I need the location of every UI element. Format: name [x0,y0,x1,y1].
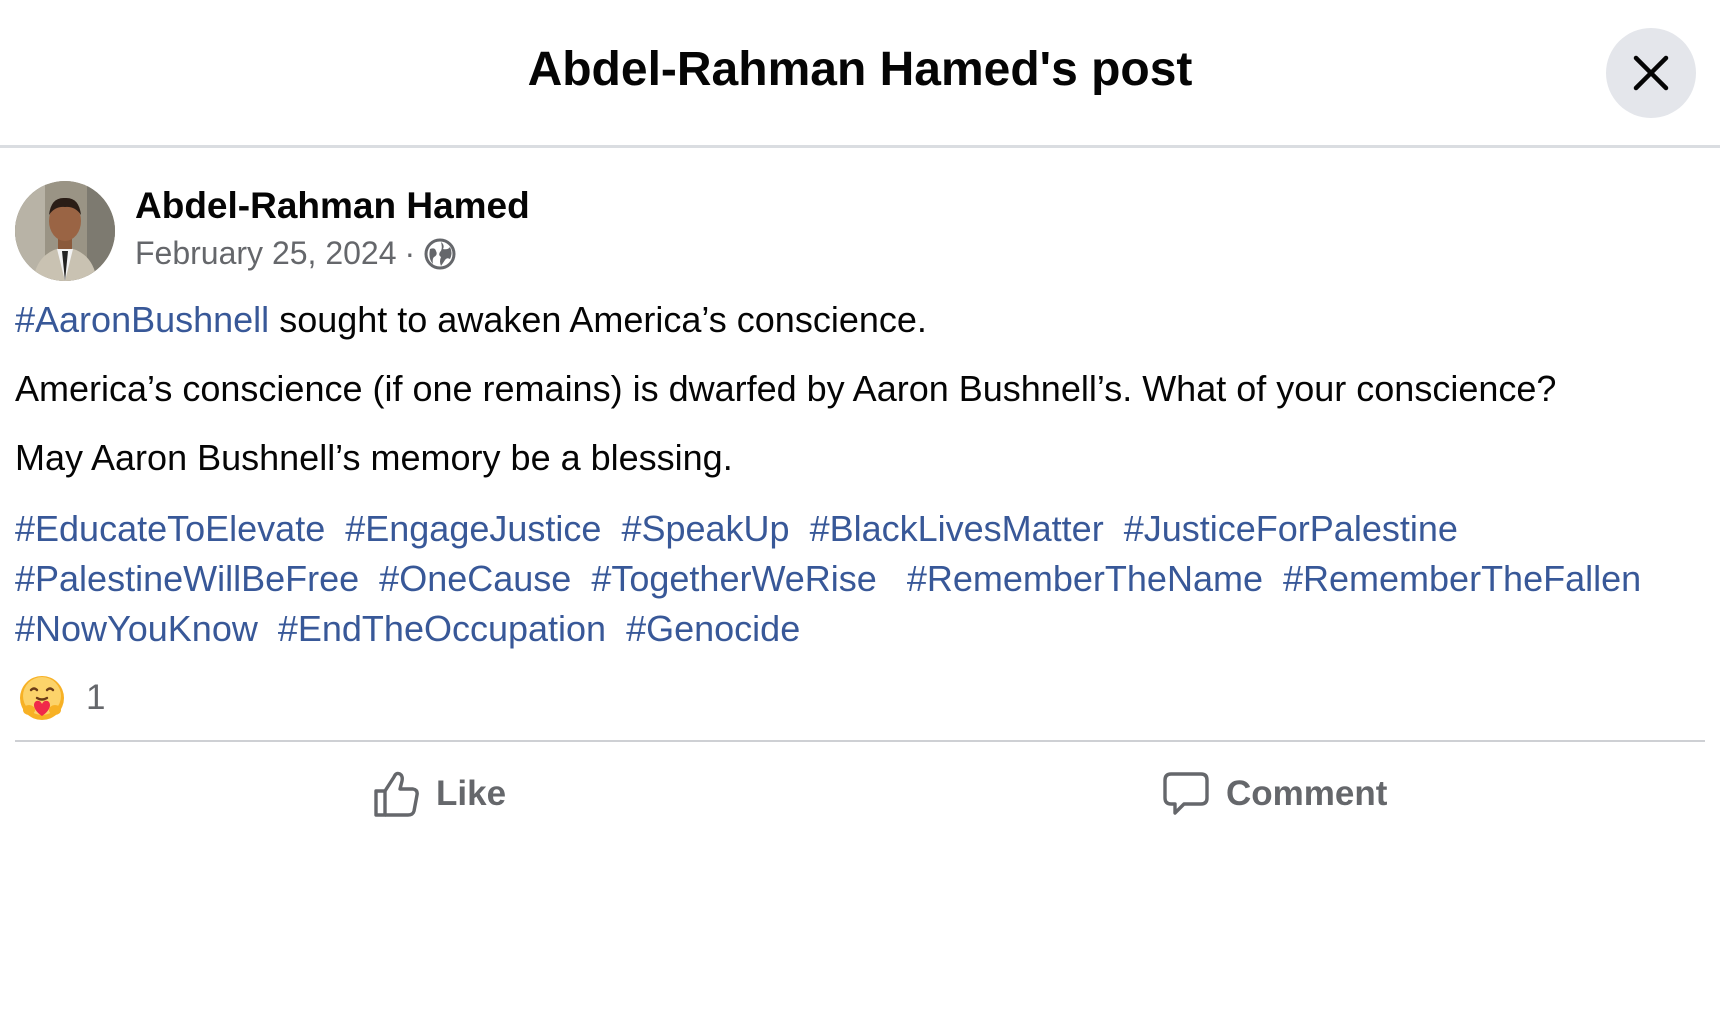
avatar[interactable] [15,181,115,281]
meta-separator: · [404,235,416,271]
hashtag-link[interactable]: #PalestineWillBeFree [15,558,359,599]
post-paragraph-2: America’s conscience (if one remains) is… [15,368,1557,409]
hashtag-link[interactable]: #TogetherWeRise [591,558,877,599]
care-reaction-icon [20,676,64,720]
hashtag-link[interactable]: #RememberTheName [907,558,1263,599]
post-paragraph-3: May Aaron Bushnell’s memory be a blessin… [15,437,733,478]
hashtag-link[interactable]: #RememberTheFallen [1283,558,1641,599]
hashtag-link[interactable]: #NowYouKnow [15,608,258,649]
hashtag-link[interactable]: #EducateToElevate [15,508,325,549]
comment-label: Comment [1226,774,1388,813]
author-name[interactable]: Abdel-Rahman Hamed [135,185,530,227]
paragraph-text: sought to awaken America’s conscience. [269,299,927,340]
post-date[interactable]: February 25, 2024 [135,235,397,272]
post-dialog-header: Abdel-Rahman Hamed's post [0,0,1720,148]
thumbs-up-icon [374,771,419,817]
divider [15,740,1705,742]
hashtag-list: #EducateToElevate #EngageJustice #SpeakU… [15,504,1695,654]
hashtag-link[interactable]: #OneCause [379,558,571,599]
hashtag-link[interactable]: #JusticeForPalestine [1124,508,1458,549]
comment-icon [1163,772,1209,815]
close-button[interactable] [1606,28,1696,118]
reaction-summary[interactable]: 1 [18,674,105,722]
hashtag-link[interactable]: #EndTheOccupation [278,608,606,649]
comment-button[interactable]: Comment [1162,766,1387,822]
reaction-count: 1 [86,678,106,717]
hashtag-link[interactable]: #AaronBushnell [15,299,269,340]
post-meta: February 25, 2024 · [135,235,457,272]
hashtag-link[interactable]: #EngageJustice [345,508,601,549]
hashtag-link[interactable]: #SpeakUp [621,508,789,549]
close-icon [1633,55,1669,91]
hashtag-link[interactable]: #Genocide [626,608,800,649]
like-label: Like [436,774,507,813]
dialog-title: Abdel-Rahman Hamed's post [527,43,1193,96]
hashtag-link[interactable]: #BlackLivesMatter [810,508,1104,549]
globe-icon [423,237,457,271]
post-paragraph-1: #AaronBushnell sought to awaken America’… [15,299,927,341]
like-button[interactable]: Like [372,766,506,822]
